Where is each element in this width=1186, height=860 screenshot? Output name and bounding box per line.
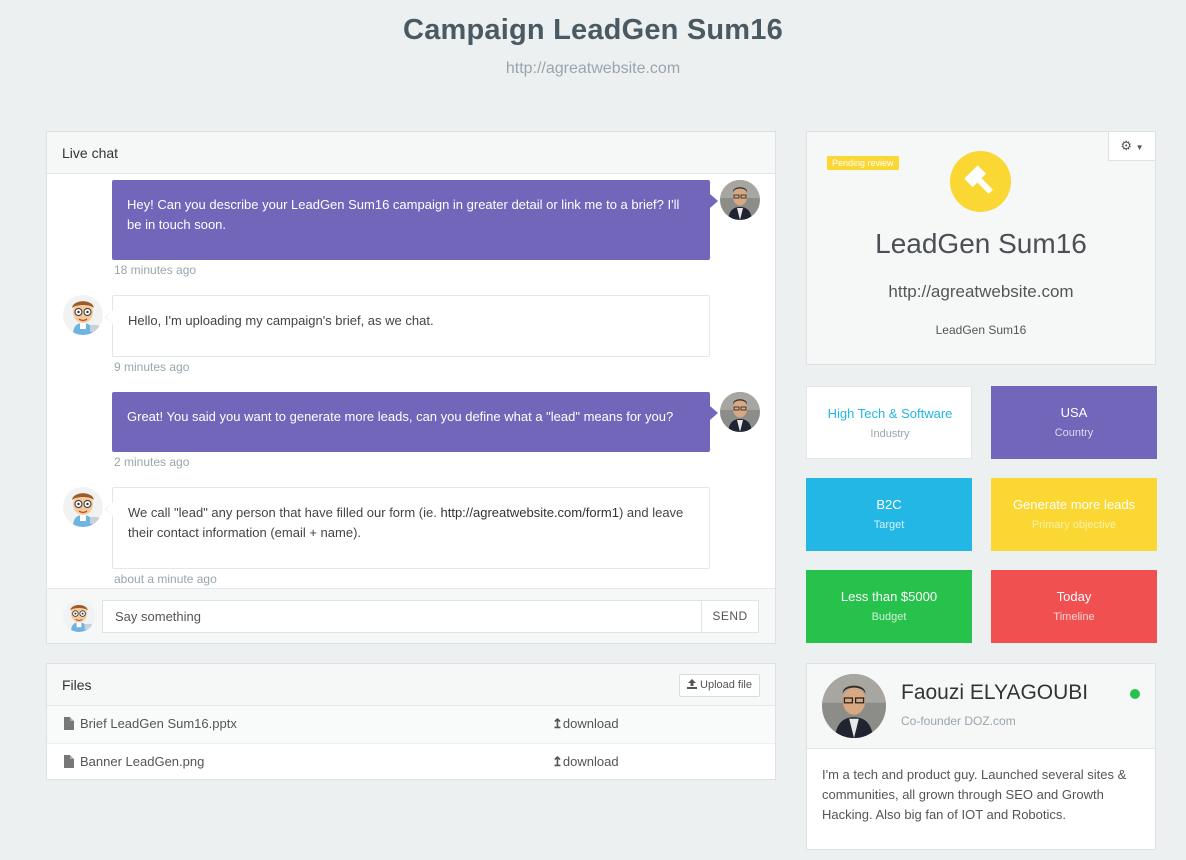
chat-message-outgoing: Great! You said you want to generate mor… <box>112 392 718 452</box>
settings-dropdown-button[interactable]: ⚙ ▼ <box>1108 131 1156 161</box>
tile-value: USA <box>1060 405 1088 420</box>
message-text: We call "lead" any person that have fill… <box>128 505 441 520</box>
user-avatar <box>63 487 103 527</box>
info-tile-primary-objective: Generate more leads Primary objective <box>991 478 1157 551</box>
tile-label: Country <box>1054 427 1094 439</box>
profile-role: Co-founder DOZ.com <box>901 714 1016 728</box>
file-icon <box>64 717 74 730</box>
info-tile-industry: High Tech & Software Industry <box>806 386 972 459</box>
message-time: about a minute ago <box>114 572 217 586</box>
chat-messages[interactable]: Hey! Can you describe your LeadGen Sum16… <box>47 174 775 588</box>
tile-label: Target <box>873 519 905 531</box>
campaign-title: LeadGen Sum16 <box>875 228 1087 259</box>
send-button[interactable]: SEND <box>701 600 759 633</box>
tile-value: Less than $5000 <box>840 589 938 604</box>
user-avatar <box>63 295 103 335</box>
file-name: Brief LeadGen Sum16.pptx <box>80 716 237 731</box>
files-panel: Files Upload file Brief LeadGen Sum16.pp… <box>46 663 776 780</box>
online-status-indicator <box>1130 689 1140 699</box>
caret-down-icon: ▼ <box>1135 143 1144 152</box>
gavel-icon <box>950 151 1011 212</box>
current-user-avatar <box>63 600 95 632</box>
status-badge: Pending review <box>827 156 899 170</box>
info-tile-timeline: Today Timeline <box>991 570 1157 643</box>
file-icon <box>64 755 74 768</box>
agent-avatar <box>720 392 760 432</box>
chat-message-incoming: Hello, I'm uploading my campaign's brief… <box>105 295 710 357</box>
tile-label: Primary objective <box>1031 519 1117 531</box>
page-title: Campaign LeadGen Sum16 <box>403 14 783 46</box>
gear-icon: ⚙ <box>1120 138 1133 153</box>
tile-label: Timeline <box>1053 611 1095 623</box>
campaign-card: ⚙ ▼ Pending review LeadGen Sum16 http://… <box>806 131 1156 365</box>
info-tile-target: B2C Target <box>806 478 972 551</box>
tile-label: Industry <box>870 428 910 440</box>
tile-label: Budget <box>871 611 907 623</box>
tile-value: Generate more leads <box>1012 497 1136 512</box>
files-heading: Files Upload file <box>47 664 775 706</box>
file-row: Banner LeadGen.png ↥download <box>47 743 775 780</box>
profile-bio: I'm a tech and product guy. Launched sev… <box>822 767 1127 822</box>
files-title: Files <box>62 677 92 693</box>
message-time: 18 minutes ago <box>114 263 197 277</box>
download-icon: ↥ <box>552 754 563 769</box>
message-time: 9 minutes ago <box>114 360 190 374</box>
campaign-name: LeadGen Sum16 <box>935 323 1027 337</box>
chat-message-outgoing: Hey! Can you describe your LeadGen Sum16… <box>112 180 718 260</box>
tile-value: B2C <box>876 497 902 512</box>
tile-value: High Tech & Software <box>827 406 953 421</box>
live-chat-panel: Live chat Hey! Can you describe your Lea… <box>46 131 776 644</box>
upload-icon <box>687 676 698 689</box>
info-tile-budget: Less than $5000 Budget <box>806 570 972 643</box>
upload-file-label: Upload file <box>700 679 752 691</box>
info-tile-country: USA Country <box>991 386 1157 459</box>
file-name: Banner LeadGen.png <box>80 754 205 769</box>
chat-composer: SEND <box>47 588 775 643</box>
page-header: Campaign LeadGen Sum16 http://agreatwebs… <box>0 14 1186 78</box>
profile-card: Faouzi ELYAGOUBI Co-founder DOZ.com I'm … <box>806 663 1156 850</box>
message-time: 2 minutes ago <box>114 455 190 469</box>
page-subtitle: http://agreatwebsite.com <box>505 60 681 77</box>
chat-message-incoming: We call "lead" any person that have fill… <box>105 487 710 569</box>
profile-name: Faouzi ELYAGOUBI <box>901 681 1089 704</box>
form-link[interactable]: http://agreatwebsite.com/form1 <box>440 505 618 520</box>
download-link[interactable]: ↥download <box>552 754 619 770</box>
live-chat-heading: Live chat <box>47 132 775 174</box>
tile-value: Today <box>1056 589 1092 604</box>
agent-avatar <box>720 180 760 220</box>
download-link[interactable]: ↥download <box>552 716 619 732</box>
file-row: Brief LeadGen Sum16.pptx ↥download <box>47 706 775 743</box>
upload-file-button[interactable]: Upload file <box>679 674 760 697</box>
download-icon: ↥ <box>552 716 563 731</box>
campaign-url[interactable]: http://agreatwebsite.com <box>807 282 1155 302</box>
chat-message-input[interactable] <box>102 600 702 633</box>
profile-avatar <box>822 674 886 738</box>
